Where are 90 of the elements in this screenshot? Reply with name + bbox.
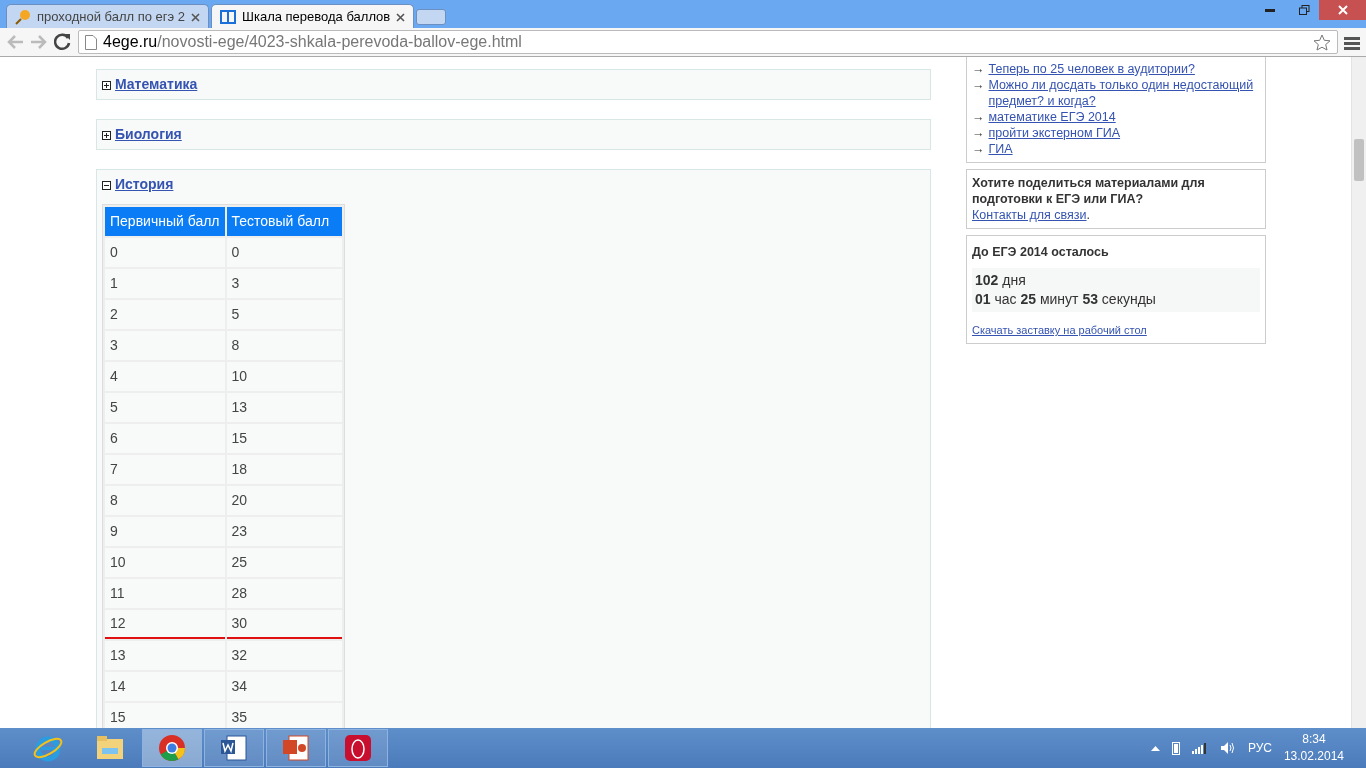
table-cell: 0 [105, 238, 225, 267]
expand-icon[interactable] [102, 130, 111, 140]
column-header: Первичный балл [105, 207, 225, 236]
search-icon [15, 9, 31, 26]
table-cell: 15 [105, 703, 225, 728]
table-cell: 15 [226, 424, 342, 453]
table-cell: 2 [105, 300, 225, 329]
arrow-icon: → [972, 125, 985, 141]
collapse-icon[interactable] [102, 180, 111, 190]
table-cell: 34 [226, 672, 342, 701]
table-cell: 0 [226, 238, 342, 267]
table-cell: 12 [105, 610, 225, 639]
article-link[interactable]: ГИА [988, 141, 1013, 157]
taskbar-button[interactable] [328, 729, 388, 767]
star-icon[interactable] [1313, 34, 1331, 52]
article-link[interactable]: Можно ли досдать только один недостающий предмет? и когда? [988, 77, 1260, 109]
page-icon [85, 35, 97, 51]
close-icon[interactable] [191, 12, 200, 22]
reload-icon[interactable] [54, 33, 72, 51]
section-link[interactable]: Математика [115, 74, 198, 95]
table-cell: 4 [105, 362, 225, 391]
close-icon[interactable] [396, 12, 406, 22]
table-cell: 5 [226, 300, 342, 329]
expand-icon[interactable] [102, 80, 111, 90]
new-tab-button[interactable] [416, 9, 447, 25]
time-text: 01 час 25 минут 53 секунды [975, 290, 1157, 309]
language-indicator[interactable]: РУС [1247, 739, 1272, 757]
taskbar-button[interactable] [142, 729, 202, 767]
table-cell: 30 [226, 610, 342, 639]
scrollbar[interactable] [1351, 57, 1366, 728]
battery-icon[interactable] [1171, 741, 1180, 755]
contacts-link[interactable]: Контакты для связи [972, 208, 1087, 222]
download-link[interactable]: Скачать заставку на рабочий стол [972, 324, 1147, 336]
punctuation-text: . [1086, 208, 1090, 222]
clock-date[interactable]: 13.02.2014 [1283, 748, 1344, 765]
table-cell: 10 [226, 362, 342, 391]
presentation-icon [280, 732, 312, 764]
menu-icon[interactable] [1344, 35, 1360, 50]
signal-icon[interactable] [1191, 742, 1208, 754]
table-cell: 13 [105, 641, 225, 670]
table-cell: 3 [226, 269, 342, 298]
close-icon [1337, 5, 1348, 15]
table-cell: 5 [105, 393, 225, 422]
days-text: 102 дня [975, 271, 1027, 290]
minimize-icon[interactable] [1265, 8, 1275, 12]
taskbar-button[interactable] [204, 729, 264, 767]
restore-icon[interactable] [1298, 5, 1310, 15]
logo-icon [220, 10, 236, 25]
article-link[interactable]: пройти экстерном ГИА [988, 125, 1121, 141]
arrow-icon: → [972, 141, 985, 157]
browser-tab[interactable]: проходной балл по егэ 2 [6, 4, 209, 28]
chrome-icon [156, 732, 188, 764]
browser-tab[interactable]: Шкала перевода баллов [211, 4, 415, 28]
chevron-icon[interactable] [1150, 745, 1160, 751]
address-bar[interactable]: 4ege.ru/novosti-ege/4023-shkala-perevoda-ballov-ege.html [78, 30, 1338, 54]
table-cell: 32 [226, 641, 342, 670]
table-cell: 8 [226, 331, 342, 360]
column-header: Тестовый балл [226, 207, 342, 236]
table-cell: 23 [226, 517, 342, 546]
table-cell: 18 [226, 455, 342, 484]
table-cell: 1 [105, 269, 225, 298]
url-text: 4ege.ru/novosti-ege/4023-shkala-perevoda-ballov-ege.html [103, 32, 523, 52]
table-cell: 9 [105, 517, 225, 546]
arrow-icon: → [972, 61, 985, 77]
taskbar-button[interactable] [266, 729, 326, 767]
article-link[interactable]: математике ЕГЭ 2014 [988, 109, 1116, 125]
article-link[interactable]: Теперь по 25 человек в аудитории? [988, 61, 1195, 77]
table-cell: 28 [226, 579, 342, 608]
arrow-icon: → [972, 109, 985, 125]
table-cell: 20 [226, 486, 342, 515]
table-cell: 3 [105, 331, 225, 360]
speaker-icon[interactable] [1219, 741, 1236, 755]
arrow-icon: → [972, 77, 985, 109]
section-link[interactable]: Биология [115, 124, 182, 145]
scroll-thumb[interactable] [1354, 139, 1364, 181]
table-cell: 7 [105, 455, 225, 484]
table-cell: 6 [105, 424, 225, 453]
table-cell: 14 [105, 672, 225, 701]
table-cell: 25 [226, 548, 342, 577]
section-link[interactable]: История [115, 174, 174, 195]
clock-time[interactable]: 8:34 [1283, 731, 1344, 748]
close-button[interactable] [1319, 0, 1366, 20]
table-cell: 13 [226, 393, 342, 422]
countdown-title: До ЕГЭ 2014 осталось [972, 244, 1110, 260]
table-cell: 35 [226, 703, 342, 728]
table-cell: 11 [105, 579, 225, 608]
document-icon [218, 732, 250, 764]
table-cell: 10 [105, 548, 225, 577]
table-cell: 8 [105, 486, 225, 515]
share-title: Хотите поделиться материалами для подготовки к ЕГЭ или ГИА? [972, 175, 1206, 207]
